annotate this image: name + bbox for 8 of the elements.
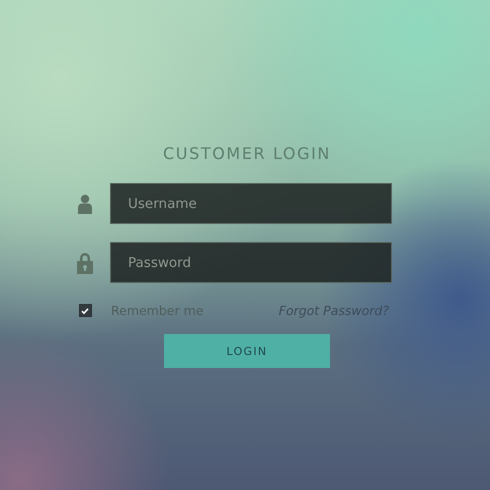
checkbox[interactable] bbox=[78, 304, 92, 317]
checkmark-icon bbox=[80, 306, 90, 316]
login-button[interactable]: LOGIN bbox=[164, 334, 330, 368]
user-icon bbox=[78, 194, 92, 214]
username-field[interactable]: Username bbox=[110, 183, 392, 224]
password-field[interactable]: Password bbox=[110, 242, 392, 283]
padlock-icon bbox=[76, 252, 94, 274]
form-title: CUSTOMER LOGIN bbox=[162, 144, 332, 164]
